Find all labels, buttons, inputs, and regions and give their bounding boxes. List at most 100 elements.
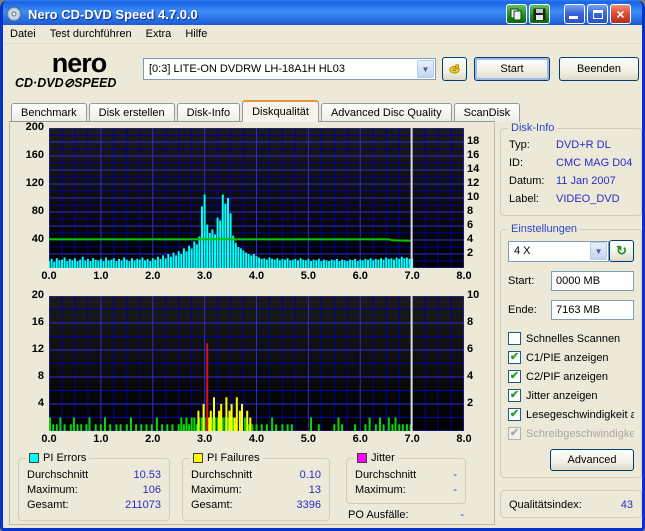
pi-failures-right-axis: 10 8 6 4 2 <box>466 289 490 431</box>
tab-disk-erstellen[interactable]: Disk erstellen <box>88 103 175 122</box>
close-button[interactable]: × <box>610 4 631 24</box>
speed-select-value: 4 X <box>514 245 531 257</box>
end-field[interactable] <box>551 300 634 320</box>
maximize-button[interactable] <box>587 4 608 24</box>
tab-diskqualitaet[interactable]: Diskqualität <box>242 100 319 122</box>
jitter-legend-swatch <box>357 453 367 463</box>
checkbox-checked-icon[interactable]: ✔ <box>508 351 521 364</box>
checkbox-label: Jitter anzeigen <box>526 389 598 402</box>
stat-label: Durchschnitt <box>27 469 89 481</box>
pi-failures-plot <box>49 296 464 431</box>
window-title: Nero CD-DVD Speed 4.7.0.0 <box>28 6 198 22</box>
axis-tick-label: 6 <box>467 219 474 231</box>
axis-tick-label: 1.0 <box>93 270 109 282</box>
axis-tick-label: 6.0 <box>352 433 368 445</box>
disk-info-panel: Disk-Info Typ: DVD+R DL ID: CMC MAG D04 Da… <box>500 122 642 216</box>
stat-label: Gesamt: <box>191 499 233 511</box>
axis-tick-label: 4 <box>467 370 474 382</box>
axis-tick-label: 10 <box>467 191 480 203</box>
stat-value: 0.10 <box>299 469 321 481</box>
menu-hilfe[interactable]: Hilfe <box>178 26 214 42</box>
axis-tick-label: 7.0 <box>404 270 420 282</box>
disk-info-value: CMC MAG D04 <box>556 157 633 169</box>
axis-tick-label: 16 <box>467 149 480 161</box>
stat-value: - <box>453 484 457 496</box>
disk-info-row: Typ: DVD+R DL <box>509 139 633 157</box>
checkbox-c1-pie-anzeigen[interactable]: ✔ C1/PIE anzeigen <box>508 348 634 367</box>
minimize-button[interactable] <box>564 4 585 24</box>
end-field-row: Ende: <box>508 300 634 320</box>
quality-index-row: Qualitätsindex: 43 <box>509 499 633 511</box>
pi-errors-panel-label: PI Errors <box>43 452 87 464</box>
axis-tick-label: 8 <box>467 205 474 217</box>
axis-tick-label: 160 <box>25 149 44 161</box>
disk-info-row: Datum: 11 Jan 2007 <box>509 175 633 193</box>
copy-chart-button[interactable] <box>506 4 527 24</box>
checkbox-lesegeschwindigkeit-an[interactable]: ✔ Lesegeschwindigkeit an <box>508 405 634 424</box>
menu-extra[interactable]: Extra <box>139 26 179 42</box>
axis-tick-label: 4.0 <box>248 433 265 445</box>
checkbox-label: C2/PIF anzeigen <box>526 370 608 383</box>
checkbox-unchecked-icon[interactable] <box>508 332 521 345</box>
disk-info-label: Datum: <box>509 175 545 187</box>
start-field-row: Start: <box>508 271 634 291</box>
disk-info-label: ID: <box>509 157 524 169</box>
checkbox-checked-icon[interactable]: ✔ <box>508 408 521 421</box>
stat-value: 211073 <box>125 499 161 511</box>
menu-test-durchfuehren[interactable]: Test durchführen <box>43 26 139 42</box>
checkbox-jitter-anzeigen[interactable]: ✔ Jitter anzeigen <box>508 386 634 405</box>
checkbox-checked-icon[interactable]: ✔ <box>508 389 521 402</box>
menu-datei[interactable]: Datei <box>3 26 43 42</box>
eject-button[interactable] <box>442 57 467 81</box>
checkbox-schnelles-scannen[interactable]: Schnelles Scannen <box>508 329 634 348</box>
chevron-down-icon[interactable]: ▼ <box>417 60 434 78</box>
axis-tick-label: 1.0 <box>93 433 109 445</box>
tab-disk-info[interactable]: Disk-Info <box>176 103 241 122</box>
advanced-button[interactable]: Advanced <box>550 449 634 471</box>
stat-row: Durchschnitt - <box>355 469 457 484</box>
tab-scandisk[interactable]: ScanDisk <box>453 103 521 122</box>
toolbar: nero CD·DVD⊘SPEED [0:3] LITE-ON DVDRW LH… <box>3 44 642 100</box>
axis-tick-label: 7.0 <box>404 433 420 445</box>
disc-eject-icon <box>449 64 460 74</box>
stat-value: 10.53 <box>133 469 161 481</box>
checkbox-label: Lesegeschwindigkeit an <box>526 408 634 421</box>
pi-failures-left-axis: 20 16 12 8 4 <box>16 289 46 431</box>
axis-tick-label: 2 <box>467 247 474 259</box>
pi-failures-x-axis: 0.0 1.0 2.0 3.0 4.0 5.0 6.0 7.0 8.0 <box>41 433 471 447</box>
tab-benchmark[interactable]: Benchmark <box>11 103 87 122</box>
pi-errors-chart: 200 160 120 80 40 18 16 14 12 10 8 6 4 2 0.0 1.0 2.0 3.… <box>16 121 492 288</box>
refresh-button[interactable]: ↻ <box>609 240 634 262</box>
pi-errors-panel: PI Errors Durchschnitt 10.53 Maximum: 106 … <box>18 452 170 521</box>
start-field[interactable] <box>551 271 634 291</box>
speed-right-axis: 18 16 14 12 10 8 6 4 2 <box>466 128 490 268</box>
pi-errors-panel-title: PI Errors <box>26 452 90 464</box>
speed-row: 4 X ▼ ↻ <box>508 240 634 262</box>
start-button[interactable]: Start <box>474 57 550 81</box>
axis-tick-label: 8 <box>467 316 474 328</box>
pi-failures-panel: PI Failures Durchschnitt 0.10 Maximum: 13 … <box>182 452 330 521</box>
chevron-down-icon[interactable]: ▼ <box>590 242 608 260</box>
settings-title: Einstellungen <box>508 223 581 235</box>
jitter-column: Jitter Durchschnitt - Maximum: - PO Ausfäl… <box>346 452 466 521</box>
axis-tick-label: 18 <box>467 135 480 147</box>
start-field-label: Start: <box>508 275 535 287</box>
axis-tick-label: 14 <box>467 163 480 175</box>
jitter-panel-label: Jitter <box>371 452 395 464</box>
drive-select[interactable]: [0:3] LITE-ON DVDRW LH-18A1H HL03 ▼ <box>143 58 436 80</box>
quit-button[interactable]: Beenden <box>559 57 639 81</box>
app-window: Nero CD-DVD Speed 4.7.0.0 × Datei Test d… <box>0 0 645 531</box>
tab-advanced-disc-quality[interactable]: Advanced Disc Quality <box>320 103 452 122</box>
save-button[interactable] <box>529 4 550 24</box>
axis-tick-label: 8 <box>37 370 44 382</box>
checkbox-checked-icon[interactable]: ✔ <box>508 370 521 383</box>
end-field-label: Ende: <box>508 304 537 316</box>
disk-info-value: DVD+R DL <box>556 139 611 151</box>
axis-tick-label: 8.0 <box>456 270 472 282</box>
axis-tick-label: 5.0 <box>300 270 317 282</box>
advanced-row: Advanced <box>508 449 634 471</box>
pi-errors-plot <box>49 128 464 268</box>
disk-info-row: ID: CMC MAG D04 <box>509 157 633 175</box>
checkbox-c2-pif-anzeigen[interactable]: ✔ C2/PIF anzeigen <box>508 367 634 386</box>
speed-select[interactable]: 4 X ▼ <box>508 240 610 262</box>
